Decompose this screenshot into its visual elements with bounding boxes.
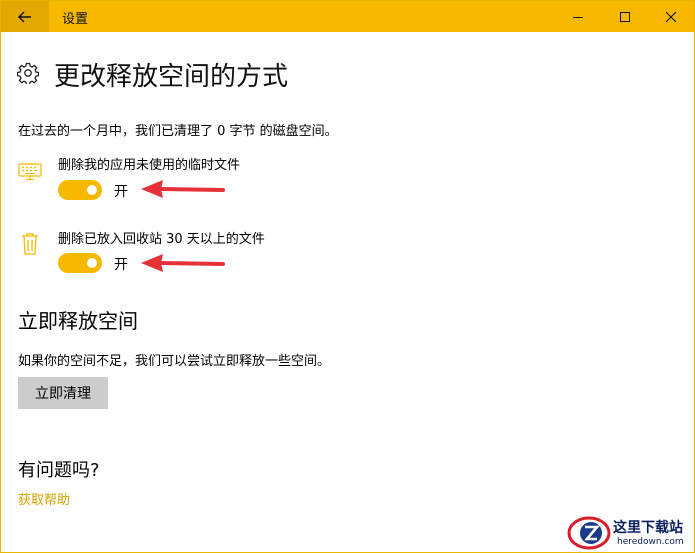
toggle-recycle-bin-state: 开 <box>114 257 128 273</box>
minimize-icon <box>573 16 583 18</box>
red-arrow-annotation <box>141 180 225 198</box>
free-space-now-description: 如果你的空间不足，我们可以尝试立即释放一些空间。 <box>18 354 331 369</box>
arrow-left-icon <box>18 11 31 22</box>
minimize-button[interactable] <box>555 1 601 32</box>
maximize-button[interactable] <box>602 1 648 32</box>
toggle-recycle-bin[interactable] <box>58 253 102 273</box>
red-arrow-annotation <box>141 254 225 272</box>
watermark-logo-icon <box>567 516 611 550</box>
page-title: 更改释放空间的方式 <box>54 62 289 92</box>
watermark: 这里下载站 heredown.com <box>561 513 694 552</box>
toggle-temp-files-state: 开 <box>114 184 128 200</box>
keyboard-icon <box>18 163 42 181</box>
toggle-temp-files[interactable] <box>58 180 102 200</box>
toggle-knob <box>87 258 97 268</box>
option-recycle-bin-label: 删除已放入回收站 30 天以上的文件 <box>58 232 265 247</box>
window-title: 设置 <box>62 12 89 27</box>
back-button[interactable] <box>1 1 49 32</box>
clean-now-button[interactable]: 立即清理 <box>18 377 108 409</box>
close-icon <box>665 11 677 22</box>
trash-icon <box>22 233 38 255</box>
option-temp-files-label: 删除我的应用未使用的临时文件 <box>58 158 241 173</box>
help-heading: 有问题吗? <box>18 460 100 481</box>
toggle-knob <box>87 185 97 195</box>
gear-icon <box>17 62 39 84</box>
watermark-site-name: 这里下载站 <box>613 520 683 536</box>
title-bar: 设置 <box>1 1 694 32</box>
get-help-link[interactable]: 获取帮助 <box>18 489 70 508</box>
settings-window: 设置 更改释放空间的方式 在过去的一个月中，我们已清理了 0 字节 的磁盘空间。 <box>0 0 695 553</box>
free-space-now-heading: 立即释放空间 <box>18 309 138 333</box>
close-button[interactable] <box>648 1 694 32</box>
watermark-url: heredown.com <box>617 537 684 547</box>
maximize-icon <box>620 11 630 22</box>
cleanup-summary: 在过去的一个月中，我们已清理了 0 字节 的磁盘空间。 <box>18 124 338 139</box>
